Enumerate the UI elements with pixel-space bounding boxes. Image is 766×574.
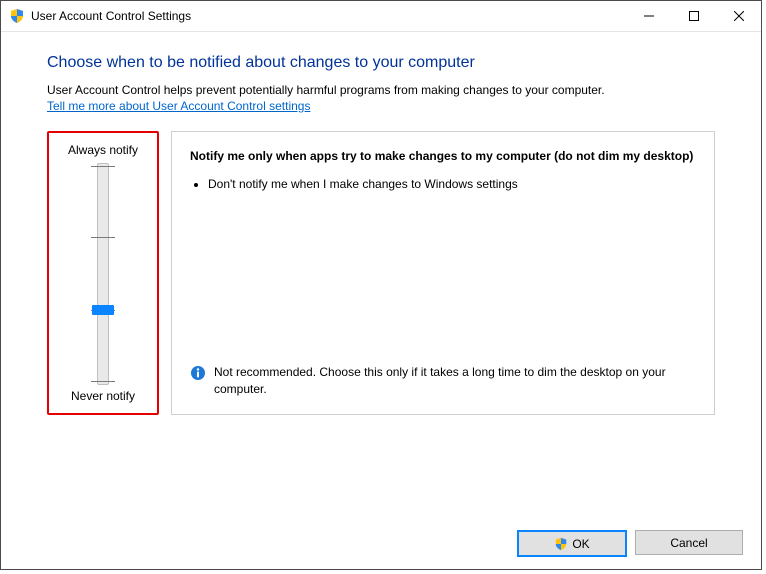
dialog-footer: OK Cancel	[517, 530, 743, 557]
slider-tick	[91, 237, 115, 238]
maximize-button[interactable]	[671, 1, 716, 31]
ok-button-label: OK	[572, 537, 589, 551]
notification-level-title: Notify me only when apps try to make cha…	[190, 148, 696, 165]
uac-shield-icon	[9, 8, 25, 24]
slider-tick	[91, 166, 115, 167]
page-description: User Account Control helps prevent poten…	[47, 82, 715, 99]
info-icon	[190, 365, 206, 381]
slider-bottom-label: Never notify	[49, 389, 157, 403]
window-title: User Account Control Settings	[31, 9, 191, 23]
notification-bullet: Don't notify me when I make changes to W…	[208, 175, 696, 193]
minimize-button[interactable]	[626, 1, 671, 31]
slider-top-label: Always notify	[49, 143, 157, 157]
recommendation-text: Not recommended. Choose this only if it …	[214, 364, 696, 398]
learn-more-link[interactable]: Tell me more about User Account Control …	[47, 99, 310, 113]
uac-shield-icon	[554, 537, 568, 551]
main-row: Always notify Never notify Notify me onl…	[47, 131, 715, 415]
recommendation-note: Not recommended. Choose this only if it …	[190, 364, 696, 398]
slider-track-wrap	[49, 163, 157, 383]
uac-settings-window: User Account Control Settings Choose whe…	[0, 0, 762, 570]
close-button[interactable]	[716, 1, 761, 31]
notification-bullets: Don't notify me when I make changes to W…	[208, 175, 696, 193]
slider-thumb[interactable]	[92, 305, 114, 315]
titlebar[interactable]: User Account Control Settings	[1, 1, 761, 32]
page-heading: Choose when to be notified about changes…	[47, 54, 715, 72]
cancel-button-label: Cancel	[670, 536, 707, 550]
notification-info-panel: Notify me only when apps try to make cha…	[171, 131, 715, 415]
content-area: Choose when to be notified about changes…	[1, 32, 761, 415]
notification-slider-panel: Always notify Never notify	[47, 131, 159, 415]
cancel-button[interactable]: Cancel	[635, 530, 743, 555]
slider-tick	[91, 381, 115, 382]
notification-slider[interactable]	[97, 163, 109, 385]
ok-button[interactable]: OK	[517, 530, 627, 557]
window-controls	[626, 1, 761, 31]
